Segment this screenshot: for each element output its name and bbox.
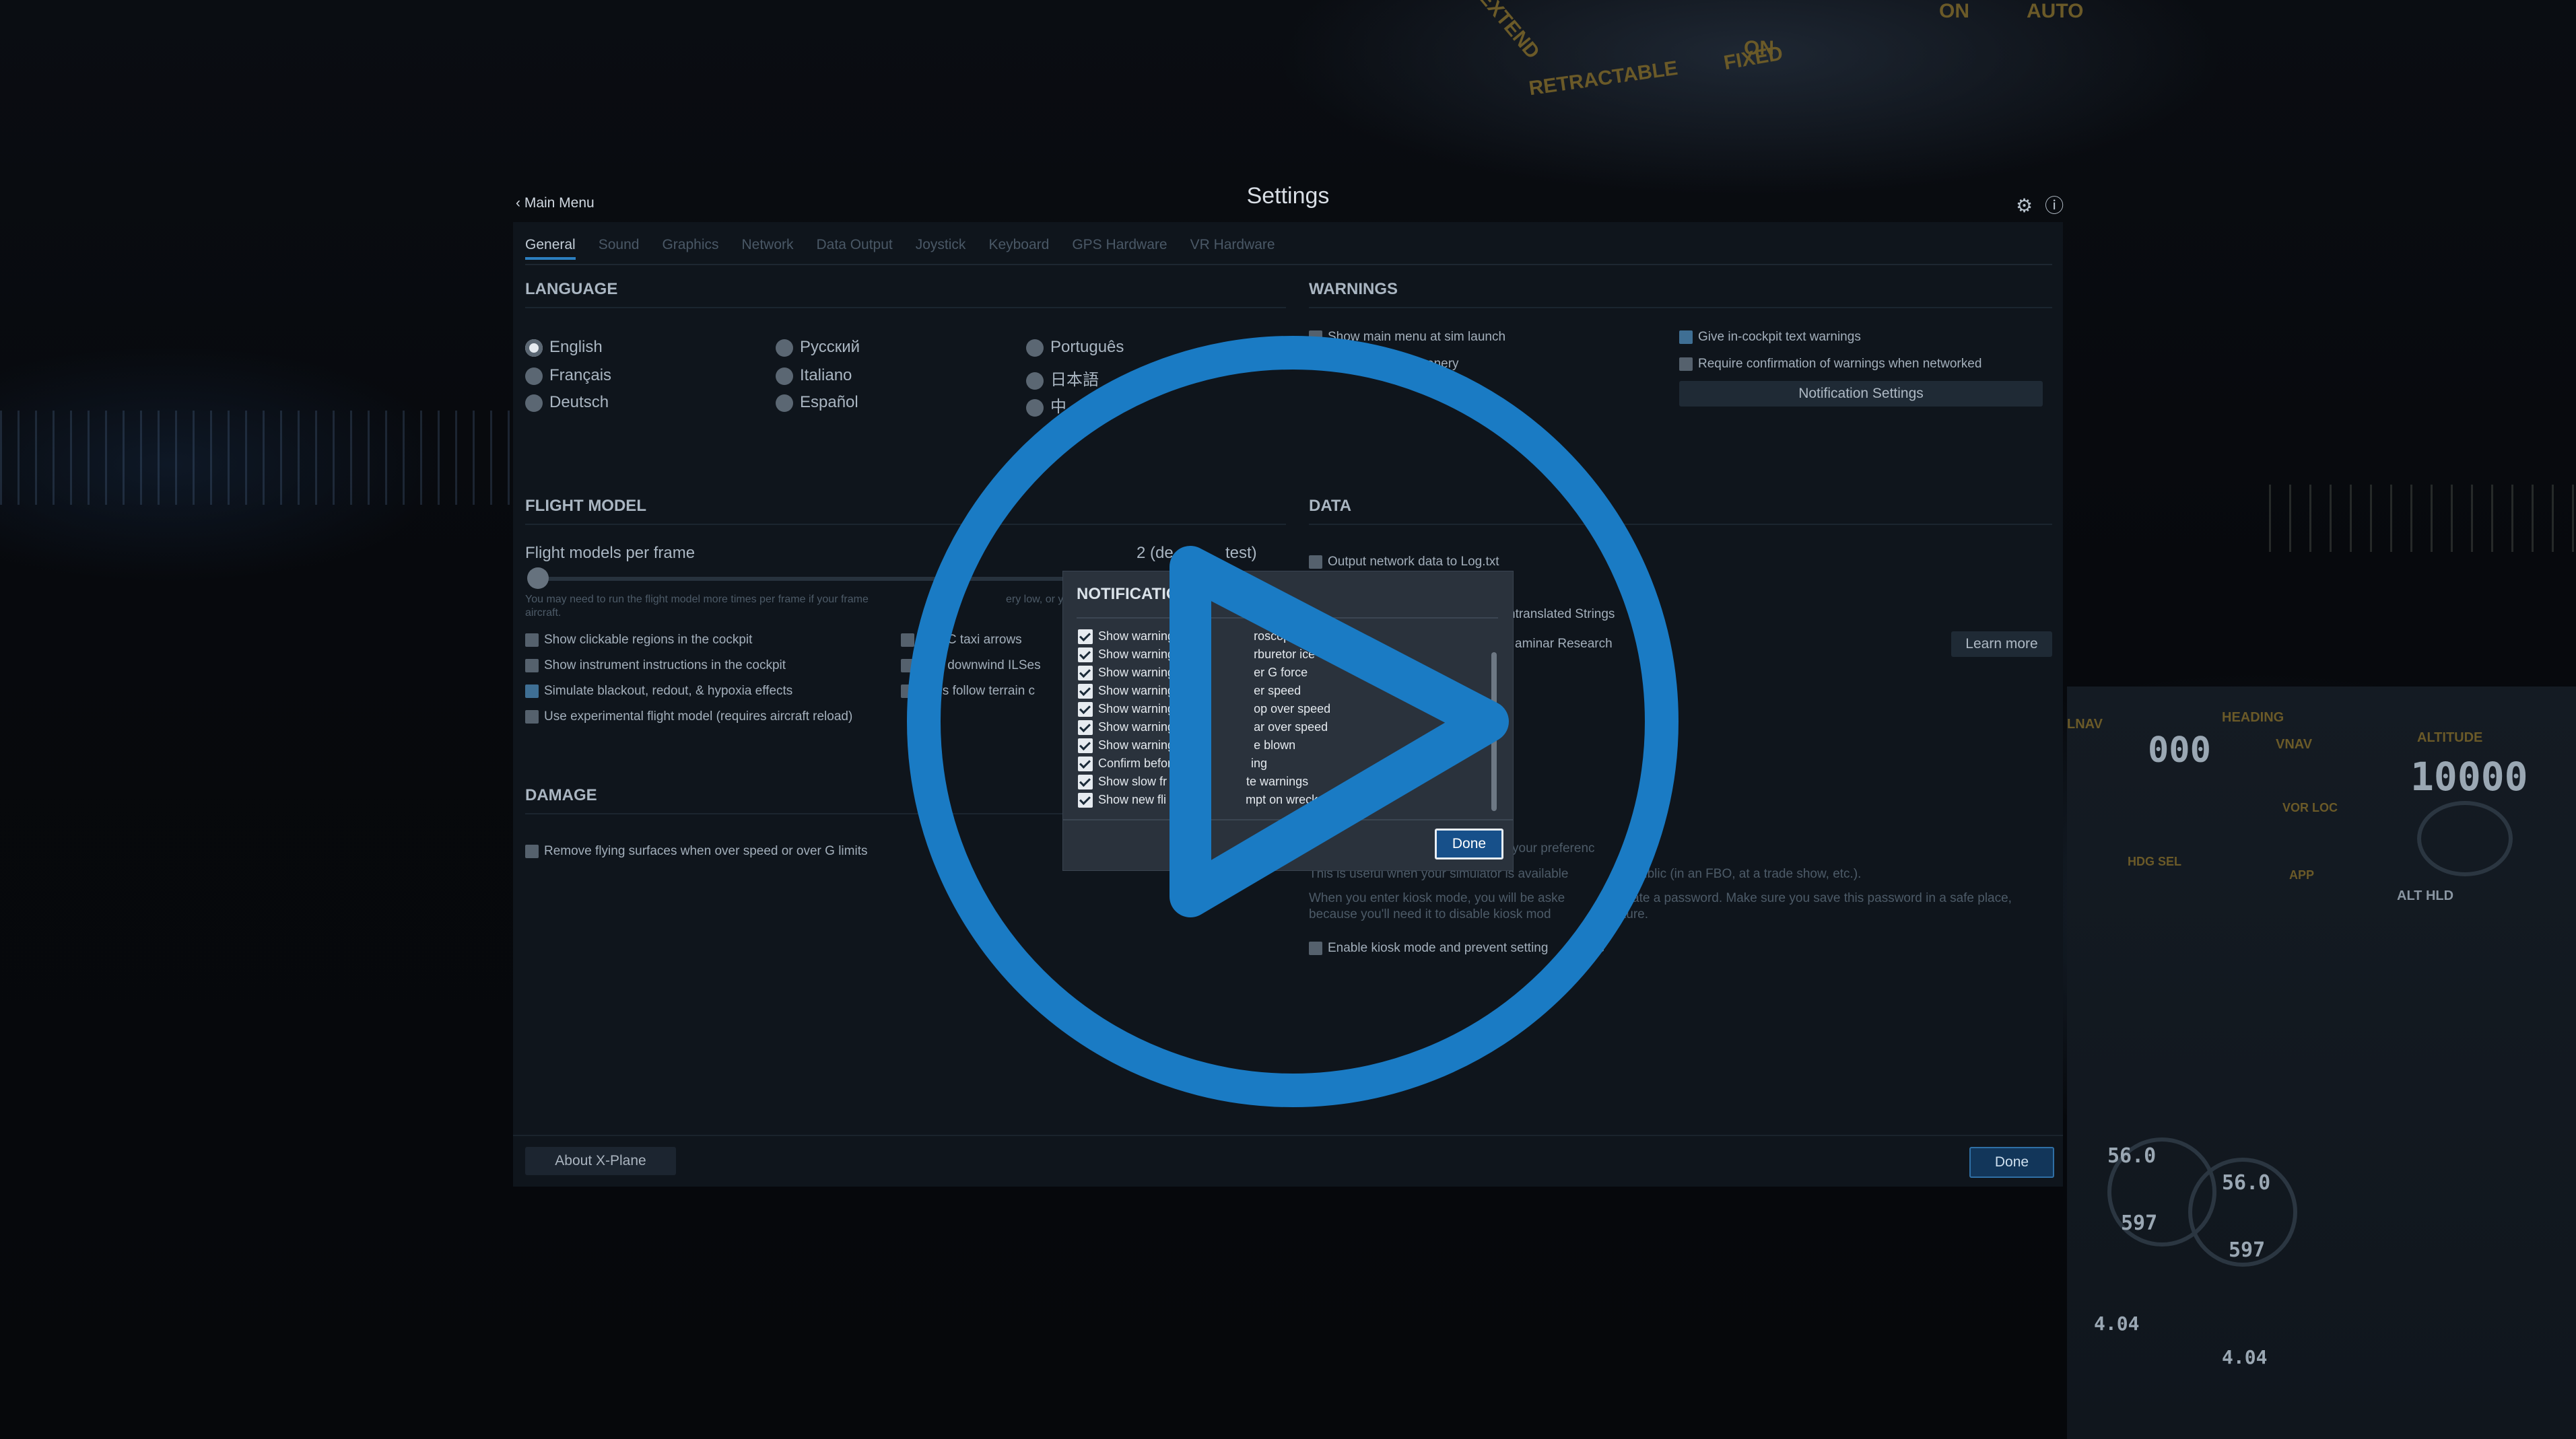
damage-heading: DAMAGE — [525, 786, 597, 804]
sliders-icon[interactable]: ⚙ — [2016, 195, 2033, 216]
show-instrument-instructions-checkbox[interactable]: Show instrument instructions in the cock… — [525, 658, 786, 673]
play-icon[interactable] — [895, 324, 1690, 1119]
remove-flying-surfaces-checkbox[interactable]: Remove flying surfaces when over speed o… — [525, 844, 867, 859]
flight-models-slider-handle[interactable] — [527, 567, 549, 589]
radio-icon — [525, 394, 543, 412]
flight-model-help-text: You may need to run the flight model mor… — [525, 594, 869, 605]
tab-network[interactable]: Network — [741, 237, 793, 253]
simulate-blackout-checkbox[interactable]: Simulate blackout, redout, & hypoxia eff… — [525, 684, 792, 699]
language-label: Français — [549, 366, 612, 384]
experimental-flight-model-checkbox[interactable]: Use experimental flight model (requires … — [525, 709, 852, 724]
radio-icon — [776, 367, 793, 385]
checkbox-icon — [525, 658, 539, 672]
give-text-warnings-checkbox[interactable]: Give in-cockpit text warnings — [1679, 330, 1861, 345]
language-label: Español — [800, 393, 858, 411]
language-label: Italiano — [800, 366, 852, 384]
gauge-value: 597 — [2121, 1212, 2158, 1235]
gauge-value: 4.04 — [2094, 1312, 2140, 1335]
city-lights-left — [0, 411, 512, 505]
checkbox-icon — [525, 633, 539, 647]
notification-settings-button[interactable]: Notification Settings — [1679, 381, 2043, 407]
done-button[interactable]: Done — [1969, 1147, 2054, 1178]
language-option-francais[interactable]: Français — [525, 366, 611, 385]
section-divider — [525, 307, 1286, 308]
tab-gps-hardware[interactable]: GPS Hardware — [1072, 237, 1167, 253]
language-label: Deutsch — [549, 393, 609, 411]
radio-icon — [776, 394, 793, 412]
section-divider — [1309, 307, 2052, 308]
tab-sound[interactable]: Sound — [599, 237, 640, 253]
option-label: Show instrument instructions in the cock… — [544, 658, 786, 672]
option-label: Show clickable regions in the cockpit — [544, 633, 753, 647]
overhead-label: AUTO — [2027, 0, 2084, 22]
about-xplane-button[interactable]: About X-Plane — [525, 1147, 676, 1175]
option-label: Give in-cockpit text warnings — [1698, 330, 1861, 344]
radio-icon — [776, 339, 793, 357]
flight-model-help-text-2: aircraft. — [525, 607, 562, 619]
play-ring — [907, 336, 1679, 1107]
checkbox-icon — [525, 709, 539, 724]
gauge-value: 56.0 — [2222, 1171, 2271, 1195]
mcp-lnav: LNAV — [2067, 717, 2103, 732]
language-heading: LANGUAGE — [525, 280, 618, 298]
language-option-italiano[interactable]: Italiano — [776, 366, 852, 385]
gauge-value: 56.0 — [2107, 1144, 2157, 1168]
option-label: Require confirmation of warnings when ne… — [1698, 357, 1982, 371]
option-label: Remove flying surfaces when over speed o… — [544, 844, 868, 858]
altitude-knob — [2417, 801, 2513, 876]
option-label: Simulate blackout, redout, & hypoxia eff… — [544, 684, 793, 698]
language-label: Русский — [800, 338, 860, 356]
option-label: Use experimental flight model (requires … — [544, 709, 853, 724]
mcp-app: APP — [2289, 868, 2315, 882]
language-option-deutsch[interactable]: Deutsch — [525, 393, 609, 412]
mcp-altitude-value: 10000 — [2410, 754, 2528, 800]
language-option-russian[interactable]: Русский — [776, 338, 860, 357]
mcp-vnav: VNAV — [2276, 737, 2313, 752]
tab-divider — [525, 264, 2052, 265]
mcp-altitude-label: ALTITUDE — [2417, 730, 2483, 745]
tab-vr-hardware[interactable]: VR Hardware — [1190, 237, 1275, 253]
gauge-value: 597 — [2229, 1238, 2266, 1262]
mcp-vor-loc: VOR LOC — [2282, 801, 2338, 814]
mcp-alt-hld: ALT HLD — [2397, 888, 2454, 903]
flight-models-per-frame-label: Flight models per frame — [525, 544, 696, 562]
radio-icon — [525, 367, 543, 385]
mcp-heading-value: 000 — [2148, 730, 2211, 771]
window-title: Settings — [1246, 183, 1330, 209]
footer-divider — [513, 1135, 2063, 1136]
play-triangle — [1170, 546, 1509, 917]
tab-general[interactable]: General — [525, 237, 576, 260]
mcp-hdg-sel: HDG SEL — [2128, 855, 2182, 868]
language-option-espanol[interactable]: Español — [776, 393, 858, 412]
help-icon[interactable]: ⓘ — [2045, 195, 2064, 216]
show-clickable-regions-checkbox[interactable]: Show clickable regions in the cockpit — [525, 633, 752, 647]
require-confirmation-checkbox[interactable]: Require confirmation of warnings when ne… — [1679, 357, 1981, 372]
tab-keyboard[interactable]: Keyboard — [988, 237, 1049, 253]
language-label: English — [549, 338, 603, 356]
checkbox-icon — [525, 844, 539, 858]
tab-joystick[interactable]: Joystick — [916, 237, 966, 253]
learn-more-button[interactable]: Learn more — [1951, 631, 2052, 657]
checkbox-checked-icon — [525, 684, 539, 698]
tab-graphics[interactable]: Graphics — [662, 237, 718, 253]
mcp-heading-label: HEADING — [2222, 710, 2284, 725]
tab-bar: General Sound Graphics Network Data Output Jo… — [525, 237, 1298, 264]
header-icons: ⚙ ⓘ — [2004, 191, 2064, 218]
warnings-heading: WARNINGS — [1309, 280, 1398, 298]
city-lights-right — [2269, 485, 2576, 552]
tab-data-output[interactable]: Data Output — [817, 237, 893, 253]
flight-model-heading: FLIGHT MODEL — [525, 497, 646, 515]
gauge-value: 4.04 — [2222, 1346, 2268, 1368]
overhead-label: ON — [1939, 0, 1969, 22]
radio-selected-icon — [525, 339, 543, 357]
language-option-english[interactable]: English — [525, 338, 603, 357]
